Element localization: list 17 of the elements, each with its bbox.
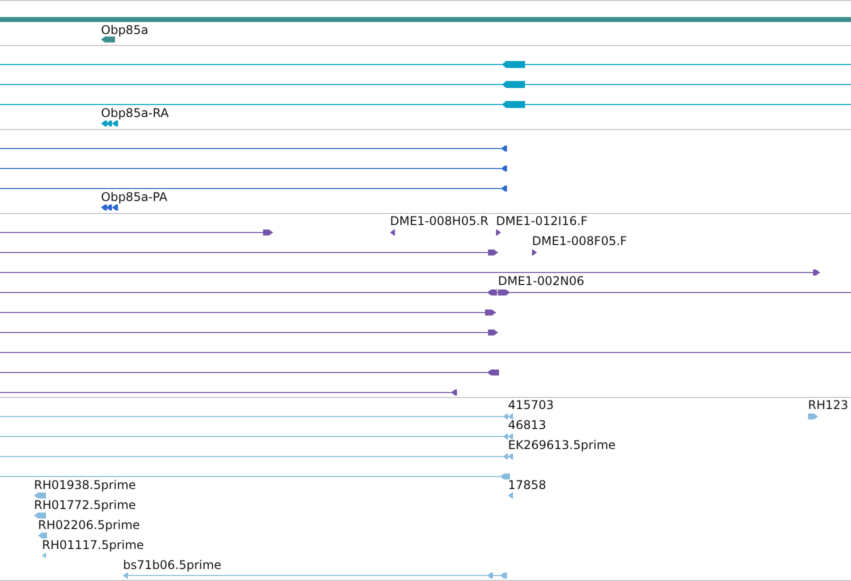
feature-label: RH01117.5prime (42, 538, 144, 552)
feature-label: Obp85a-RA (101, 106, 169, 120)
feature-label: EK269613.5prime (508, 438, 616, 452)
feature-label: RH123 (808, 398, 848, 412)
feature-label: bs71b06.5prime (123, 558, 222, 572)
feature-label: 17858 (508, 478, 546, 492)
feature-label: DME1-008H05.R (390, 214, 488, 228)
feature-label: DME1-012I16.F (496, 214, 588, 228)
feature-label: DME1-002N06 (498, 274, 584, 288)
feature-label: RH01772.5prime (34, 498, 136, 512)
feature-label: 415703 (508, 398, 554, 412)
feature-label: DME1-008F05.F (532, 234, 627, 248)
feature-label: Obp85a (101, 23, 148, 37)
feature-label: 46813 (508, 418, 546, 432)
feature-label: RH02206.5prime (38, 518, 140, 532)
feature-label: RH01938.5prime (34, 478, 136, 492)
feature-label: Obp85a-PA (101, 190, 168, 204)
